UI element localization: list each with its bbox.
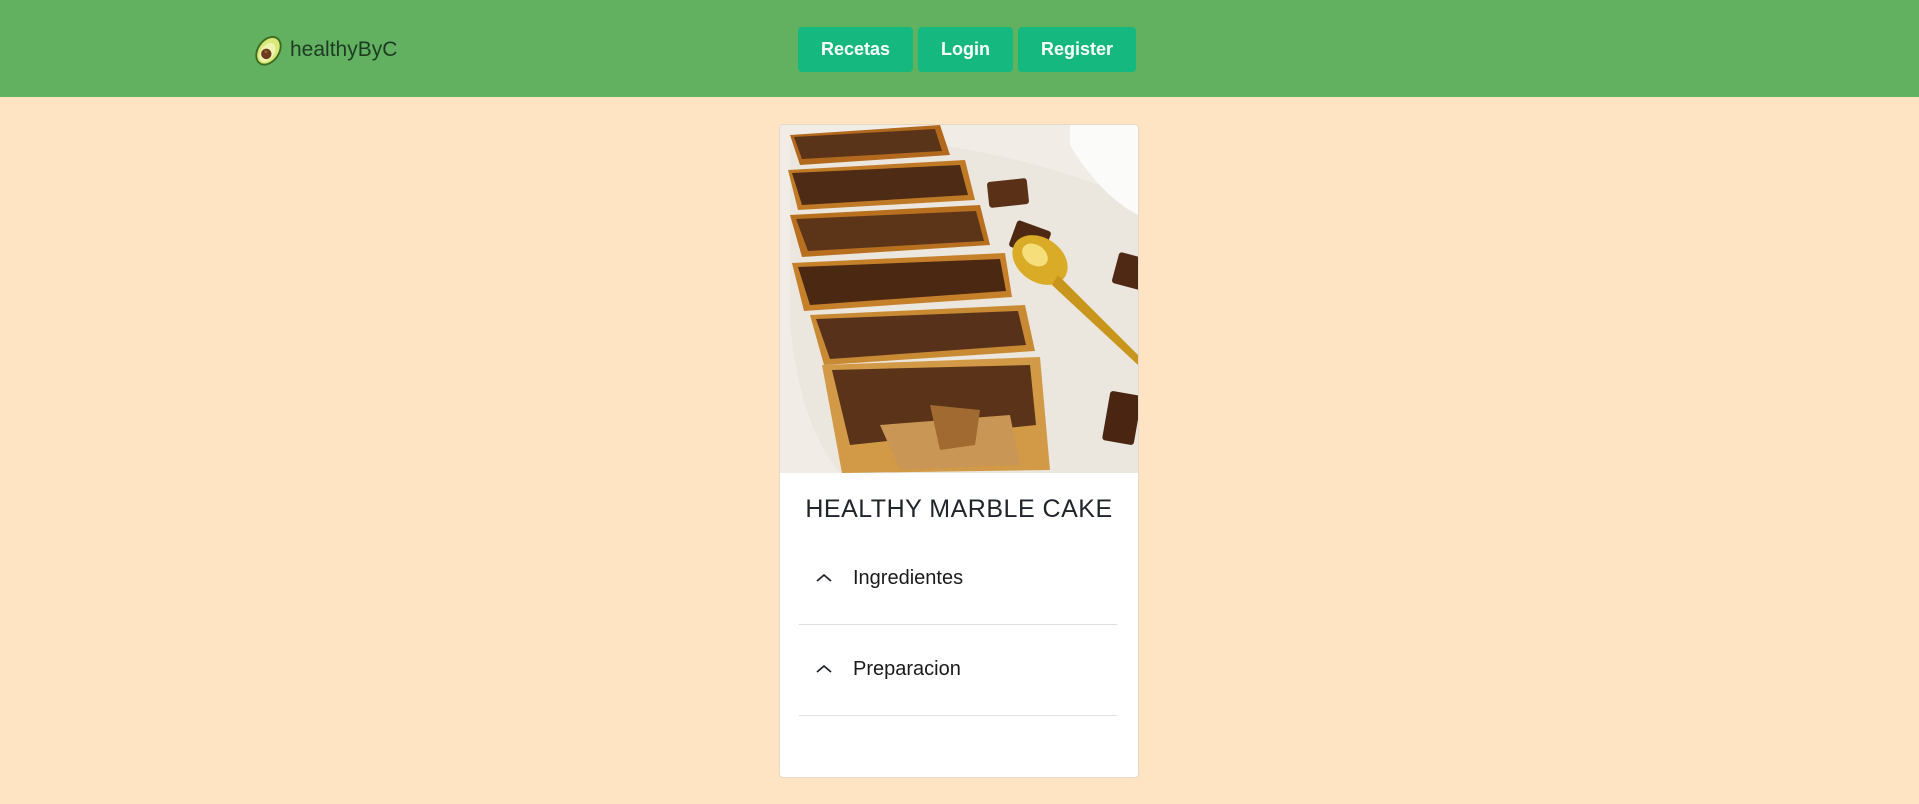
recetas-button[interactable]: Recetas: [798, 27, 914, 72]
chevron-up-icon: [816, 664, 832, 673]
chevron-up-icon: [816, 573, 832, 582]
accordion-ingredientes[interactable]: Ingredientes: [799, 536, 1117, 625]
accordion-preparacion[interactable]: Preparacion: [799, 627, 1117, 716]
accordion-header-ingredientes[interactable]: Ingredientes: [799, 558, 1117, 598]
brand-name: healthyByC: [290, 38, 398, 61]
accordion-label-ingredientes: Ingredientes: [853, 566, 964, 589]
accordion-header-preparacion[interactable]: Preparacion: [799, 649, 1117, 689]
recipe-title: HEALTHY MARBLE CAKE: [805, 495, 1113, 523]
login-button[interactable]: Login: [918, 27, 1014, 72]
nav-buttons: Recetas Login Register: [798, 27, 1137, 72]
navbar: healthyByC Recetas Login Register: [0, 0, 1919, 97]
recipe-photo: [780, 125, 1138, 473]
brand-link[interactable]: healthyByC: [250, 30, 397, 70]
accordion-label-preparacion: Preparacion: [853, 657, 961, 680]
avocado-logo-icon: [255, 36, 282, 66]
register-button[interactable]: Register: [1018, 27, 1137, 72]
